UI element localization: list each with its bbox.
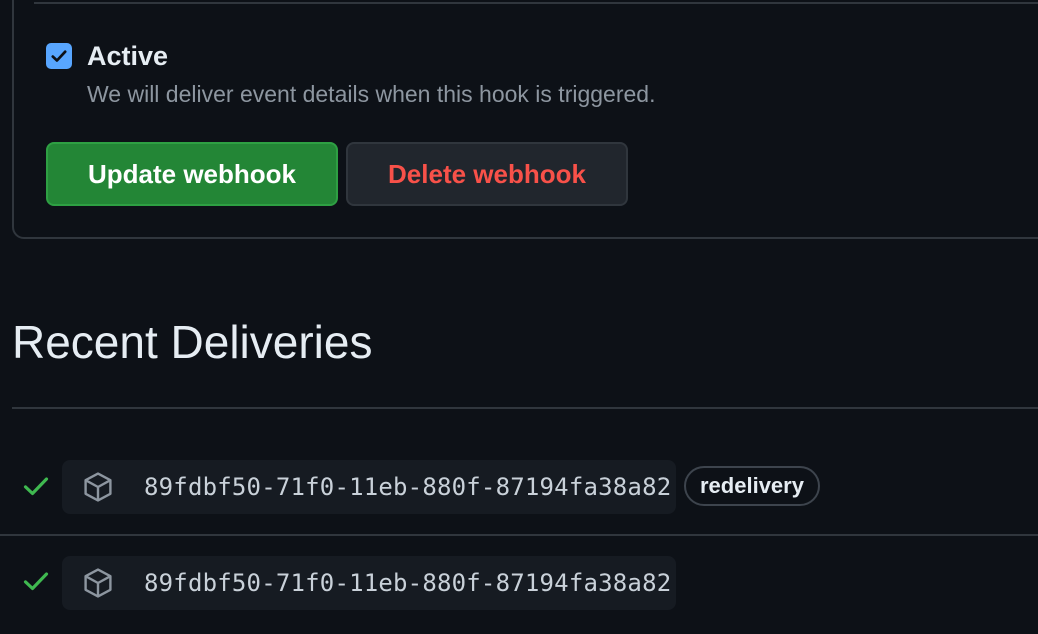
- delivery-guid-button[interactable]: 89fdbf50-71f0-11eb-880f-87194fa38a82: [62, 460, 676, 514]
- delivery-guid: 89fdbf50-71f0-11eb-880f-87194fa38a82: [144, 569, 672, 597]
- settings-divider: [34, 2, 1038, 4]
- webhook-settings-page: Active We will deliver event details whe…: [0, 0, 1038, 634]
- recent-deliveries-heading: Recent Deliveries: [12, 316, 373, 368]
- active-label[interactable]: Active: [87, 40, 168, 72]
- redelivery-badge: redelivery: [684, 466, 820, 506]
- check-icon: [23, 477, 49, 496]
- delivery-row-divider: [0, 534, 1038, 536]
- section-divider: [12, 407, 1038, 409]
- package-icon: [84, 568, 112, 598]
- active-description: We will deliver event details when this …: [87, 81, 656, 107]
- check-icon: [23, 572, 49, 591]
- update-webhook-button[interactable]: Update webhook: [46, 142, 338, 206]
- checkmark-icon: [51, 50, 67, 62]
- delete-webhook-button[interactable]: Delete webhook: [346, 142, 628, 206]
- package-icon: [84, 472, 112, 502]
- delivery-guid: 89fdbf50-71f0-11eb-880f-87194fa38a82: [144, 473, 672, 501]
- active-checkbox[interactable]: [46, 43, 72, 69]
- delivery-guid-button[interactable]: 89fdbf50-71f0-11eb-880f-87194fa38a82: [62, 556, 676, 610]
